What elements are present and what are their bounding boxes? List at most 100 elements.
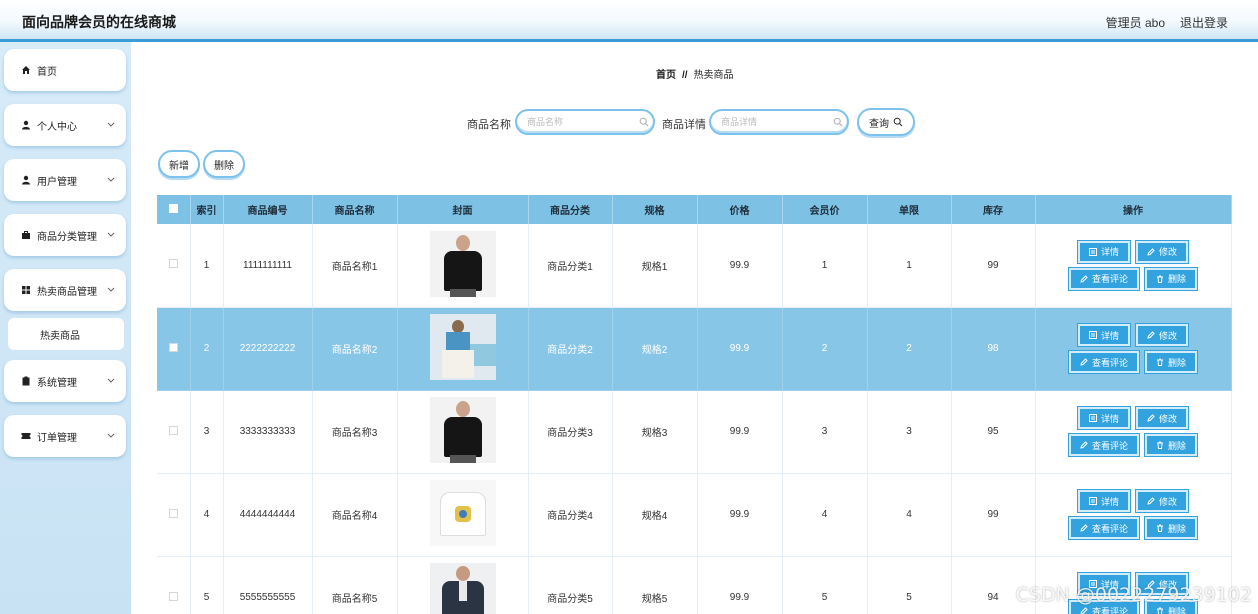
delete-button-label: 删除 [1167,274,1186,285]
delete-button[interactable]: 删除 [1145,351,1197,373]
view-reviews-button[interactable]: 查看评论 [1069,517,1139,539]
view-reviews-button-label: 查看评论 [1091,440,1128,451]
add-button[interactable]: 新增 [158,150,200,178]
row-checkbox[interactable] [168,259,178,269]
detail-button[interactable]: 详情 [1078,407,1130,429]
chevron-down-icon [107,287,115,292]
row-checkbox[interactable] [168,508,178,518]
column-header: 库存 [951,195,1036,224]
limit-cell: 5 [867,556,952,614]
edit-button[interactable]: 修改 [1136,407,1188,429]
name-cell: 商品名称1 [312,224,398,308]
detail-button[interactable]: 详情 [1078,324,1130,346]
category-cell: 商品分类4 [528,473,613,557]
main-content: 首页 // 热卖商品 商品名称 商品详情 查询 新增 删除 索引 商品编号 商品名称 [131,42,1258,614]
table-row[interactable]: 1 1111111111 商品名称1 商品分类1 规格1 99.9 1 1 99 详情 修改 查看评论… [157,224,1232,308]
clipboard-icon [22,376,30,386]
actions-cell: 详情 修改 查看评论 删除 [1035,307,1232,391]
select-all-header [157,195,191,224]
row-checkbox[interactable] [168,591,178,601]
table-header-row: 索引 商品编号 商品名称 封面 商品分类 规格 价格 会员价 单限 库存 操作 [157,195,1232,224]
sidebar-item-home[interactable]: 首页 [4,49,126,91]
column-header: 价格 [697,195,783,224]
ticket-icon [21,433,31,439]
row-select-cell [157,473,191,557]
sidebar-item-category-management[interactable]: 商品分类管理 [4,214,126,256]
logout-link[interactable]: 退出登录 [1180,14,1228,31]
sidebar-item-system-management[interactable]: 系统管理 [4,360,126,402]
app-title: 面向品牌会员的在线商城 [22,14,176,30]
view-reviews-button[interactable]: 查看评论 [1069,267,1139,290]
limit-cell: 3 [867,390,952,474]
user-icon [22,120,30,130]
chevron-down-icon [107,177,115,182]
table-row[interactable]: 2 2222222222 商品名称2 商品分类2 规格2 99.9 2 2 98 详情 修改 查看评论… [157,307,1232,391]
sidebar-item-label: 用户管理 [37,176,77,188]
chevron-down-icon [107,232,115,237]
cover-cell [397,224,529,308]
delete-button[interactable]: 删除 [1145,434,1197,456]
detail-button[interactable]: 详情 [1078,240,1130,263]
category-cell: 商品分类2 [528,307,613,391]
sidebar-item-hot-products-management[interactable]: 热卖商品管理 [4,269,126,311]
chevron-down-icon [107,378,115,383]
index-cell: 4 [190,473,224,557]
search-icon [639,117,649,127]
search-icon [893,117,903,127]
breadcrumb-current: 热卖商品 [693,70,734,81]
limit-cell: 4 [867,473,952,557]
price-cell: 99.9 [697,224,783,308]
member-price-cell: 2 [782,307,868,391]
detail-button[interactable]: 详情 [1078,490,1130,512]
row-select-cell [157,556,191,614]
delete-button-label: 删除 [1167,440,1186,451]
view-reviews-button[interactable]: 查看评论 [1069,351,1139,373]
column-header: 商品分类 [528,195,613,224]
query-button[interactable]: 查询 [857,108,915,136]
breadcrumb-home[interactable]: 首页 [656,70,676,81]
sidebar-item-personal-center[interactable]: 个人中心 [4,104,126,146]
code-cell: 3333333333 [223,390,313,474]
table-body: 1 1111111111 商品名称1 商品分类1 规格1 99.9 1 1 99 详情 修改 查看评论… [157,224,1232,614]
row-checkbox[interactable] [168,425,178,435]
spec-cell: 规格1 [612,224,698,308]
sidebar-item-order-management[interactable]: 订单管理 [4,415,126,457]
category-cell: 商品分类1 [528,224,613,308]
edit-button[interactable]: 修改 [1136,240,1188,263]
index-cell: 2 [190,307,224,391]
pencil-icon [1147,331,1155,339]
detail-button-label: 详情 [1100,330,1119,341]
product-detail-label: 商品详情 [662,119,706,131]
edit-button[interactable]: 修改 [1136,324,1188,346]
sidebar-subitem-hot-products[interactable]: 热卖商品 [8,318,124,350]
select-all-checkbox[interactable] [168,203,178,213]
edit-button[interactable]: 修改 [1136,490,1188,512]
products-table: 索引 商品编号 商品名称 封面 商品分类 规格 价格 会员价 单限 库存 操作 … [157,195,1232,614]
table-row[interactable]: 3 3333333333 商品名称3 商品分类3 规格3 99.9 3 3 95 详情 修改 查看评论… [157,390,1232,474]
delete-button[interactable]: 删除 [1145,267,1197,290]
product-cover-image [429,480,496,546]
sidebar-item-user-management[interactable]: 用户管理 [4,159,126,201]
column-header: 规格 [612,195,698,224]
row-checkbox[interactable] [168,342,178,352]
search-icon [833,117,843,127]
table-row[interactable]: 4 4444444444 商品名称4 商品分类4 规格4 99.9 4 4 99 详情 修改 查看评论… [157,473,1232,557]
sidebar-item-label: 商品分类管理 [37,231,97,243]
delete-button[interactable]: 删除 [1145,517,1197,539]
view-reviews-button[interactable]: 查看评论 [1069,434,1139,456]
cover-cell [397,307,529,391]
code-cell: 2222222222 [223,307,313,391]
document-icon [1088,414,1097,422]
batch-delete-button[interactable]: 删除 [203,150,245,178]
cover-cell [397,556,529,614]
view-reviews-button-label: 查看评论 [1091,357,1128,368]
member-price-cell: 5 [782,556,868,614]
product-detail-input[interactable] [709,109,849,135]
spec-cell: 规格3 [612,390,698,474]
edit-button-label: 修改 [1158,496,1177,507]
sidebar-item-label: 首页 [37,66,57,78]
trash-icon [1156,275,1163,283]
pencil-icon [1080,441,1088,449]
product-name-input[interactable] [515,109,655,135]
delete-button-label: 删除 [1167,523,1186,534]
